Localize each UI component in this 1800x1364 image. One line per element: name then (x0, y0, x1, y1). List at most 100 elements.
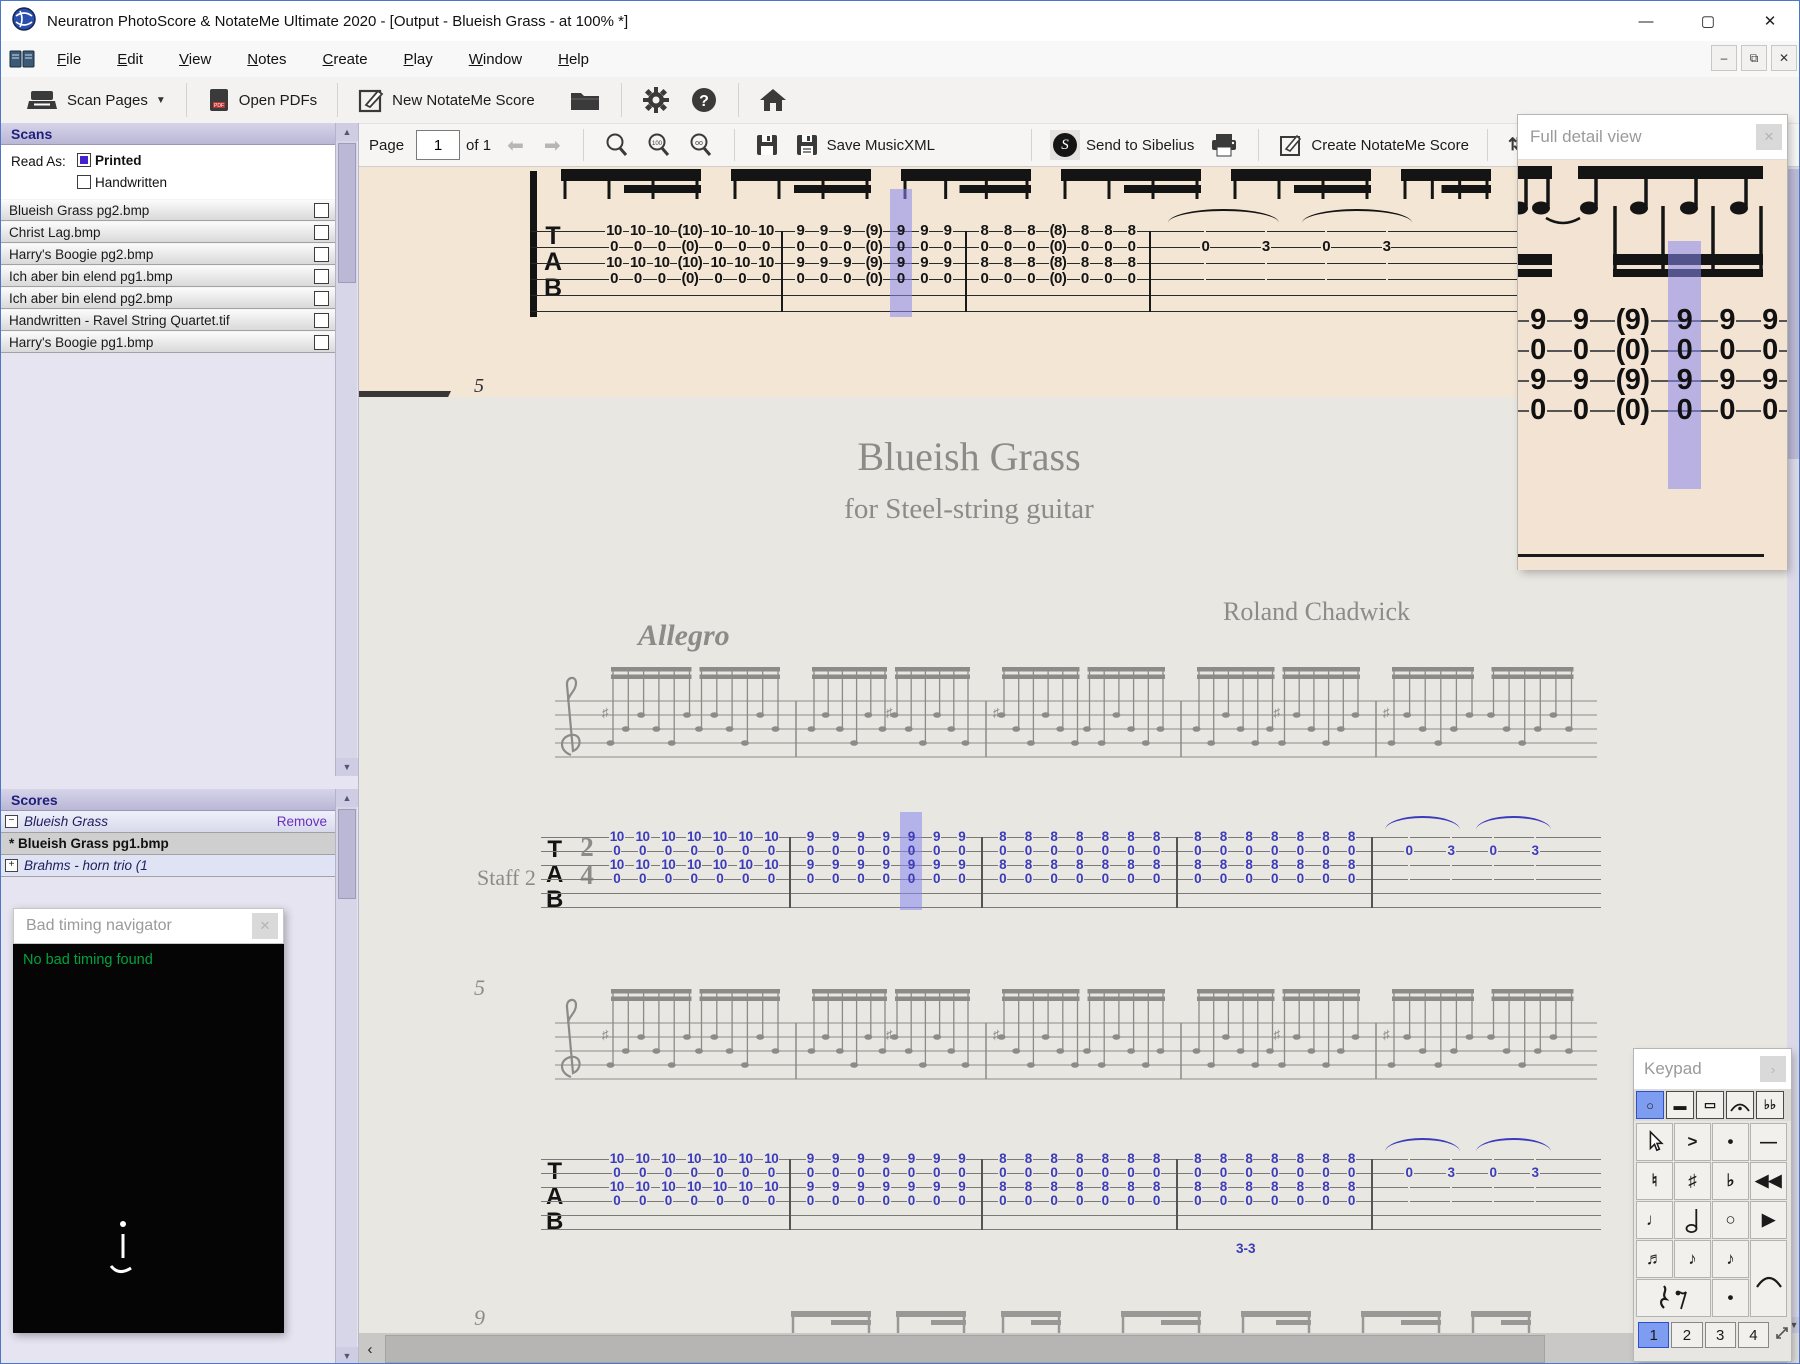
tab-note-column[interactable]: 9090 (818, 223, 830, 287)
tab-note-column[interactable]: 8080 (1126, 223, 1138, 287)
keypad-accent-button[interactable]: > (1674, 1123, 1711, 1161)
tab-note-column[interactable]: 8080 (1294, 1152, 1306, 1208)
tab-note-column[interactable]: 10 0 10 0 (608, 1152, 625, 1208)
tab-note-column[interactable]: 8080 (1074, 830, 1086, 886)
tab-note-column[interactable]: 3 (1445, 830, 1457, 886)
previous-page-icon[interactable]: ⬅ (507, 133, 524, 158)
tab-note-column[interactable]: 8080 (1345, 830, 1357, 886)
panel-header[interactable]: Bad timing navigator ✕ (13, 908, 284, 944)
keypad-toggle-fermata-icon[interactable] (1726, 1091, 1754, 1119)
scans-scrollbar[interactable]: ▲ ▼ (335, 123, 358, 776)
tab-note-column[interactable]: 8080 (1002, 223, 1014, 287)
tab-note-column[interactable]: 8080 (1022, 830, 1034, 886)
tab-measure[interactable]: 8080 8080 8080 8080 8080 8080 8080 (1178, 1152, 1371, 1208)
scroll-down-icon[interactable]: ▼ (336, 758, 358, 776)
keypad-play-button[interactable]: ▶ (1750, 1201, 1787, 1239)
full-detail-canvas[interactable]: 9 0 9 0 9 0 9 0 (9) (0) (9) (0) 9 0 9 0 9 0 9 0 9 0 9 0 (1518, 159, 1787, 570)
tab-note-column[interactable]: 0 (1403, 830, 1415, 886)
tab-note-column[interactable]: 10 0 10 0 (660, 830, 677, 886)
tab-note-column[interactable]: 8080 (1192, 830, 1204, 886)
menu-play[interactable]: Play (390, 45, 447, 74)
keypad-number-1[interactable]: 1 (1638, 1322, 1670, 1348)
vertical-scrollbar-thumb[interactable] (1788, 169, 1799, 459)
keypad-half-note-icon[interactable] (1674, 1201, 1711, 1239)
tab-note-column[interactable]: 10 0 10 0 (737, 1152, 754, 1208)
tab-note-column[interactable]: 8080 (1048, 830, 1060, 886)
tab-note-column[interactable]: 10 0 10 0 (652, 223, 671, 287)
tab-note-column[interactable]: 10 0 10 0 (709, 223, 728, 287)
mdi-minimize-button[interactable]: – (1711, 45, 1737, 71)
keypad-flat-button[interactable]: ♭ (1712, 1162, 1749, 1200)
new-notateme-score-button[interactable]: New NotateMe Score (348, 81, 545, 119)
horizontal-scrollbar-thumb[interactable] (385, 1335, 1545, 1363)
tab-note-column[interactable]: 9090 (841, 223, 853, 287)
save-musicxml-label[interactable]: Save MusicXML (827, 137, 935, 154)
close-icon[interactable]: › (1760, 1056, 1786, 1082)
keypad-tie-icon[interactable] (1750, 1240, 1787, 1317)
horizontal-scrollbar[interactable]: ‹ › (359, 1333, 1787, 1363)
tab-note-column[interactable]: 10 0 10 0 (763, 1152, 780, 1208)
mdi-close-button[interactable]: ✕ (1771, 45, 1797, 71)
tab-note-column[interactable]: 8080 (997, 1152, 1009, 1208)
checkbox-handwritten[interactable] (77, 175, 91, 189)
tab-note-column[interactable]: 9090 (804, 1152, 816, 1208)
tab-note-column[interactable]: 9090 (855, 830, 867, 886)
tab-note-column[interactable]: (9) (0) (9) (0) (1614, 305, 1651, 425)
tab-note-column[interactable]: 10 0 10 0 (628, 223, 647, 287)
tab-note-column[interactable]: 8080 (978, 223, 990, 287)
tab-note-column[interactable]: 9090 (794, 223, 806, 287)
page-number-input[interactable] (416, 130, 461, 160)
keypad-pointer-tool-icon[interactable] (1636, 1123, 1673, 1161)
tab-note-column[interactable]: (9) (0) (9) (0) (864, 223, 884, 287)
menu-create[interactable]: Create (309, 45, 382, 74)
keypad-eighth-note-button[interactable]: ♪ (1674, 1240, 1711, 1278)
menu-window[interactable]: Window (455, 45, 536, 74)
keypad-quarter-note-button[interactable]: ♩ (1636, 1201, 1673, 1239)
tab-measure[interactable]: 8080 8080 8080 8080 8080 8080 8080 (983, 830, 1176, 886)
tab-note-column[interactable]: 8080 (1320, 1152, 1332, 1208)
scan-file-row[interactable]: Ich aber bin elend pg2.bmp (1, 287, 335, 309)
scores-scrollbar[interactable]: ▲ ▼ (335, 789, 358, 1363)
keypad-sharp-button[interactable]: ♯ (1674, 1162, 1711, 1200)
tab-note-column[interactable]: 8080 (1345, 1152, 1357, 1208)
score-row[interactable]: * Blueish Grass pg1.bmp (1, 833, 335, 855)
keypad-sixteenth-note-button[interactable]: ♬ (1636, 1240, 1673, 1278)
tab-measure[interactable]: 10 0 10 0 10 0 10 0 10 0 10 0 10 0 10 0 10 0 10 0 10 0 10 0 10 0 1… (599, 830, 789, 886)
tab-note-column[interactable]: 8080 (1269, 830, 1281, 886)
tab-note-column[interactable]: 9090 (931, 1152, 943, 1208)
tab-measure[interactable]: 0303 (1373, 816, 1571, 886)
tab-measure[interactable]: 10 0 10 0 10 0 10 0 10 0 10 0 (10) (0) (10) (0) 10 0 10 0 10… (599, 223, 781, 287)
tab-note-column[interactable]: 8080 (1192, 1152, 1204, 1208)
tab-note-column[interactable]: 8080 (1099, 1152, 1111, 1208)
menu-view[interactable]: View (165, 45, 225, 74)
tab-note-column[interactable]: 8080 (1217, 830, 1229, 886)
scan-file-row[interactable]: Ich aber bin elend pg1.bmp (1, 265, 335, 287)
tab-note-column[interactable]: 8080 (1294, 830, 1306, 886)
tab-note-column[interactable]: 8080 (1243, 1152, 1255, 1208)
tab-note-column[interactable]: 9090 (830, 830, 842, 886)
tab-note-selected[interactable]: 9090 (900, 812, 923, 910)
tab-note-column[interactable]: 10 0 10 0 (634, 1152, 651, 1208)
close-icon[interactable]: ✕ (1756, 124, 1782, 150)
menu-file[interactable]: File (43, 45, 95, 74)
scan-file-row[interactable]: Harry's Boogie pg2.bmp (1, 243, 335, 265)
scan-file-row[interactable]: Handwritten - Ravel String Quartet.tif (1, 309, 335, 331)
tab-note-column[interactable]: 8080 (1125, 1152, 1137, 1208)
tab-measure[interactable]: 8080 8080 8080 8080 8080 8080 8080 (1178, 830, 1371, 886)
close-icon[interactable]: ✕ (252, 913, 278, 939)
scan-file-checkbox[interactable] (314, 246, 329, 262)
tab-measure[interactable]: 9 0 9 0 9 0 9 0 (9) (0) (9) (0) 9 0 9 0 9 0 9 0 9 0 9 0 (1518, 241, 1787, 489)
tab-note-column[interactable]: 8080 (1025, 223, 1037, 287)
next-page-icon[interactable]: ➡ (544, 133, 561, 158)
tab-note-column[interactable]: 9090 (880, 1152, 892, 1208)
menu-edit[interactable]: Edit (103, 45, 157, 74)
tab-note-column[interactable]: 10 0 10 0 (634, 830, 651, 886)
close-button[interactable]: ✕ (1739, 1, 1799, 41)
tab-note-column[interactable]: 8080 (1320, 830, 1332, 886)
tab-note-selected[interactable]: 9090 (1667, 241, 1701, 489)
tab-measure[interactable]: 8080 8080 8080 8080 8080 8080 8080 (983, 1152, 1176, 1208)
scan-pages-button[interactable]: Scan Pages ▼ (15, 81, 176, 119)
keypad-toggle-breve-icon[interactable]: ▭ (1696, 1091, 1724, 1119)
menu-notes[interactable]: Notes (233, 45, 300, 74)
tab-note-column[interactable]: 9090 (830, 1152, 842, 1208)
